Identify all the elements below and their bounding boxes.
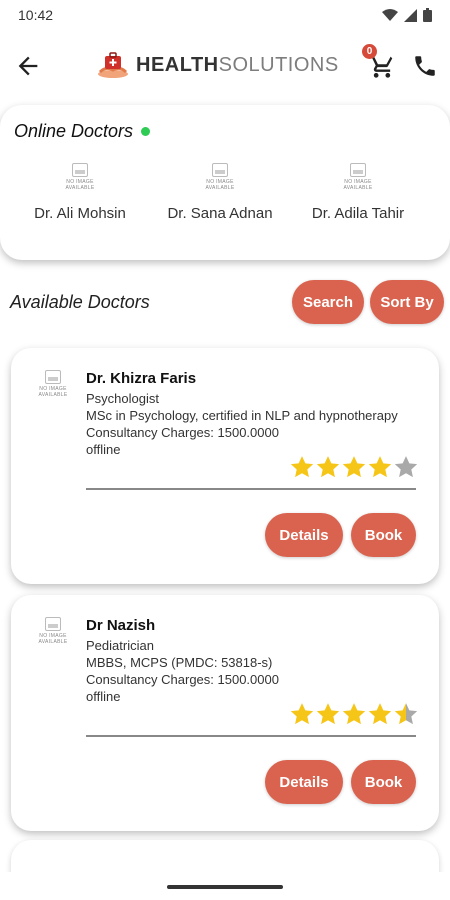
no-image-label: NO IMAGE AVAILABLE: [343, 179, 373, 191]
no-image-label: NO IMAGE AVAILABLE: [38, 386, 68, 398]
back-arrow-icon[interactable]: [14, 52, 42, 80]
doctor-specialty: Psychologist: [86, 391, 159, 406]
online-doctor-name: Dr. Adila Tahir: [311, 205, 405, 222]
star-half-icon: [394, 703, 418, 725]
status-bar: 10:42: [0, 0, 450, 30]
online-doctor-item[interactable]: NO IMAGE AVAILABLE Dr. Adila Tahir: [288, 163, 428, 222]
rating-stars: [289, 454, 419, 480]
online-doctor-name: Dr. Ali Mohsin: [34, 205, 126, 222]
doctor-qualification: MBBS, MCPS (PMDC: 53818-s): [86, 655, 273, 670]
star-filled-icon: [290, 703, 314, 725]
health-logo-icon: [98, 52, 128, 78]
star-filled-icon: [342, 456, 366, 478]
no-image-placeholder: NO IMAGE AVAILABLE: [60, 163, 100, 199]
doctor-card[interactable]: NO IMAGE AVAILABLE Dr Nazish Pediatricia…: [11, 595, 439, 831]
consultancy-charges: Consultancy Charges: 1500.0000: [86, 425, 279, 440]
details-button[interactable]: Details: [265, 513, 343, 557]
no-image-label: NO IMAGE AVAILABLE: [65, 179, 95, 191]
home-indicator[interactable]: [167, 885, 283, 889]
brand-name-bold: HEALTH: [136, 53, 219, 76]
star-filled-icon: [368, 456, 392, 478]
no-image-placeholder: NO IMAGE AVAILABLE: [338, 163, 378, 199]
book-button[interactable]: Book: [351, 513, 416, 557]
online-doctor-item[interactable]: NO IMAGE AVAILABLE Dr. Ali Mohsin: [10, 163, 150, 222]
online-status-dot: [141, 127, 151, 136]
online-doctors-card: Online Doctors NO IMAGE AVAILABLE Dr. Al…: [0, 105, 450, 260]
star-filled-icon: [342, 703, 366, 725]
cart-button[interactable]: 0: [362, 44, 398, 80]
no-image-placeholder: NO IMAGE AVAILABLE: [200, 163, 240, 199]
star-empty-icon: [394, 456, 418, 478]
status-time: 10:42: [18, 7, 54, 23]
book-button[interactable]: Book: [351, 760, 416, 804]
no-image-label: NO IMAGE AVAILABLE: [38, 633, 68, 645]
online-doctors-title: Online Doctors: [14, 121, 134, 141]
consultancy-charges: Consultancy Charges: 1500.0000: [86, 672, 279, 687]
search-button[interactable]: Search: [292, 280, 364, 324]
no-image-label: NO IMAGE AVAILABLE: [205, 179, 235, 191]
brand-name-light: SOLUTIONS: [218, 53, 339, 76]
star-filled-icon: [290, 456, 314, 478]
no-image-placeholder: NO IMAGE AVAILABLE: [33, 370, 73, 406]
battery-icon: [423, 8, 432, 22]
online-doctor-item[interactable]: NO IMAGE AVAILABLE Dr. Sana Adnan: [150, 163, 290, 222]
sort-by-button[interactable]: Sort By: [370, 280, 444, 324]
online-doctor-name: Dr. Sana Adnan: [167, 205, 273, 222]
cart-count-badge: 0: [362, 44, 377, 59]
doctor-specialty: Pediatrician: [86, 638, 154, 653]
wifi-icon: [382, 8, 398, 21]
available-doctors-title: Available Doctors: [10, 292, 150, 312]
doctor-qualification: MSc in Psychology, certified in NLP and …: [86, 408, 398, 423]
app-bar: HEALTHSOLUTIONS 0: [0, 36, 450, 96]
doctor-card[interactable]: NO IMAGE AVAILABLE Dr. Khizra Faris Psyc…: [11, 348, 439, 584]
doctor-name: Dr. Khizra Faris: [86, 370, 197, 387]
no-image-placeholder: NO IMAGE AVAILABLE: [33, 617, 73, 653]
details-button[interactable]: Details: [265, 760, 343, 804]
doctor-name: Dr Nazish: [86, 617, 156, 634]
divider: [86, 488, 416, 490]
signal-icon: [404, 8, 417, 22]
rating-stars: [289, 701, 419, 727]
brand-logo: HEALTHSOLUTIONS: [96, 50, 339, 80]
divider: [86, 735, 416, 737]
star-filled-icon: [316, 456, 340, 478]
star-filled-icon: [316, 703, 340, 725]
star-filled-icon: [368, 703, 392, 725]
phone-icon[interactable]: [412, 53, 438, 79]
